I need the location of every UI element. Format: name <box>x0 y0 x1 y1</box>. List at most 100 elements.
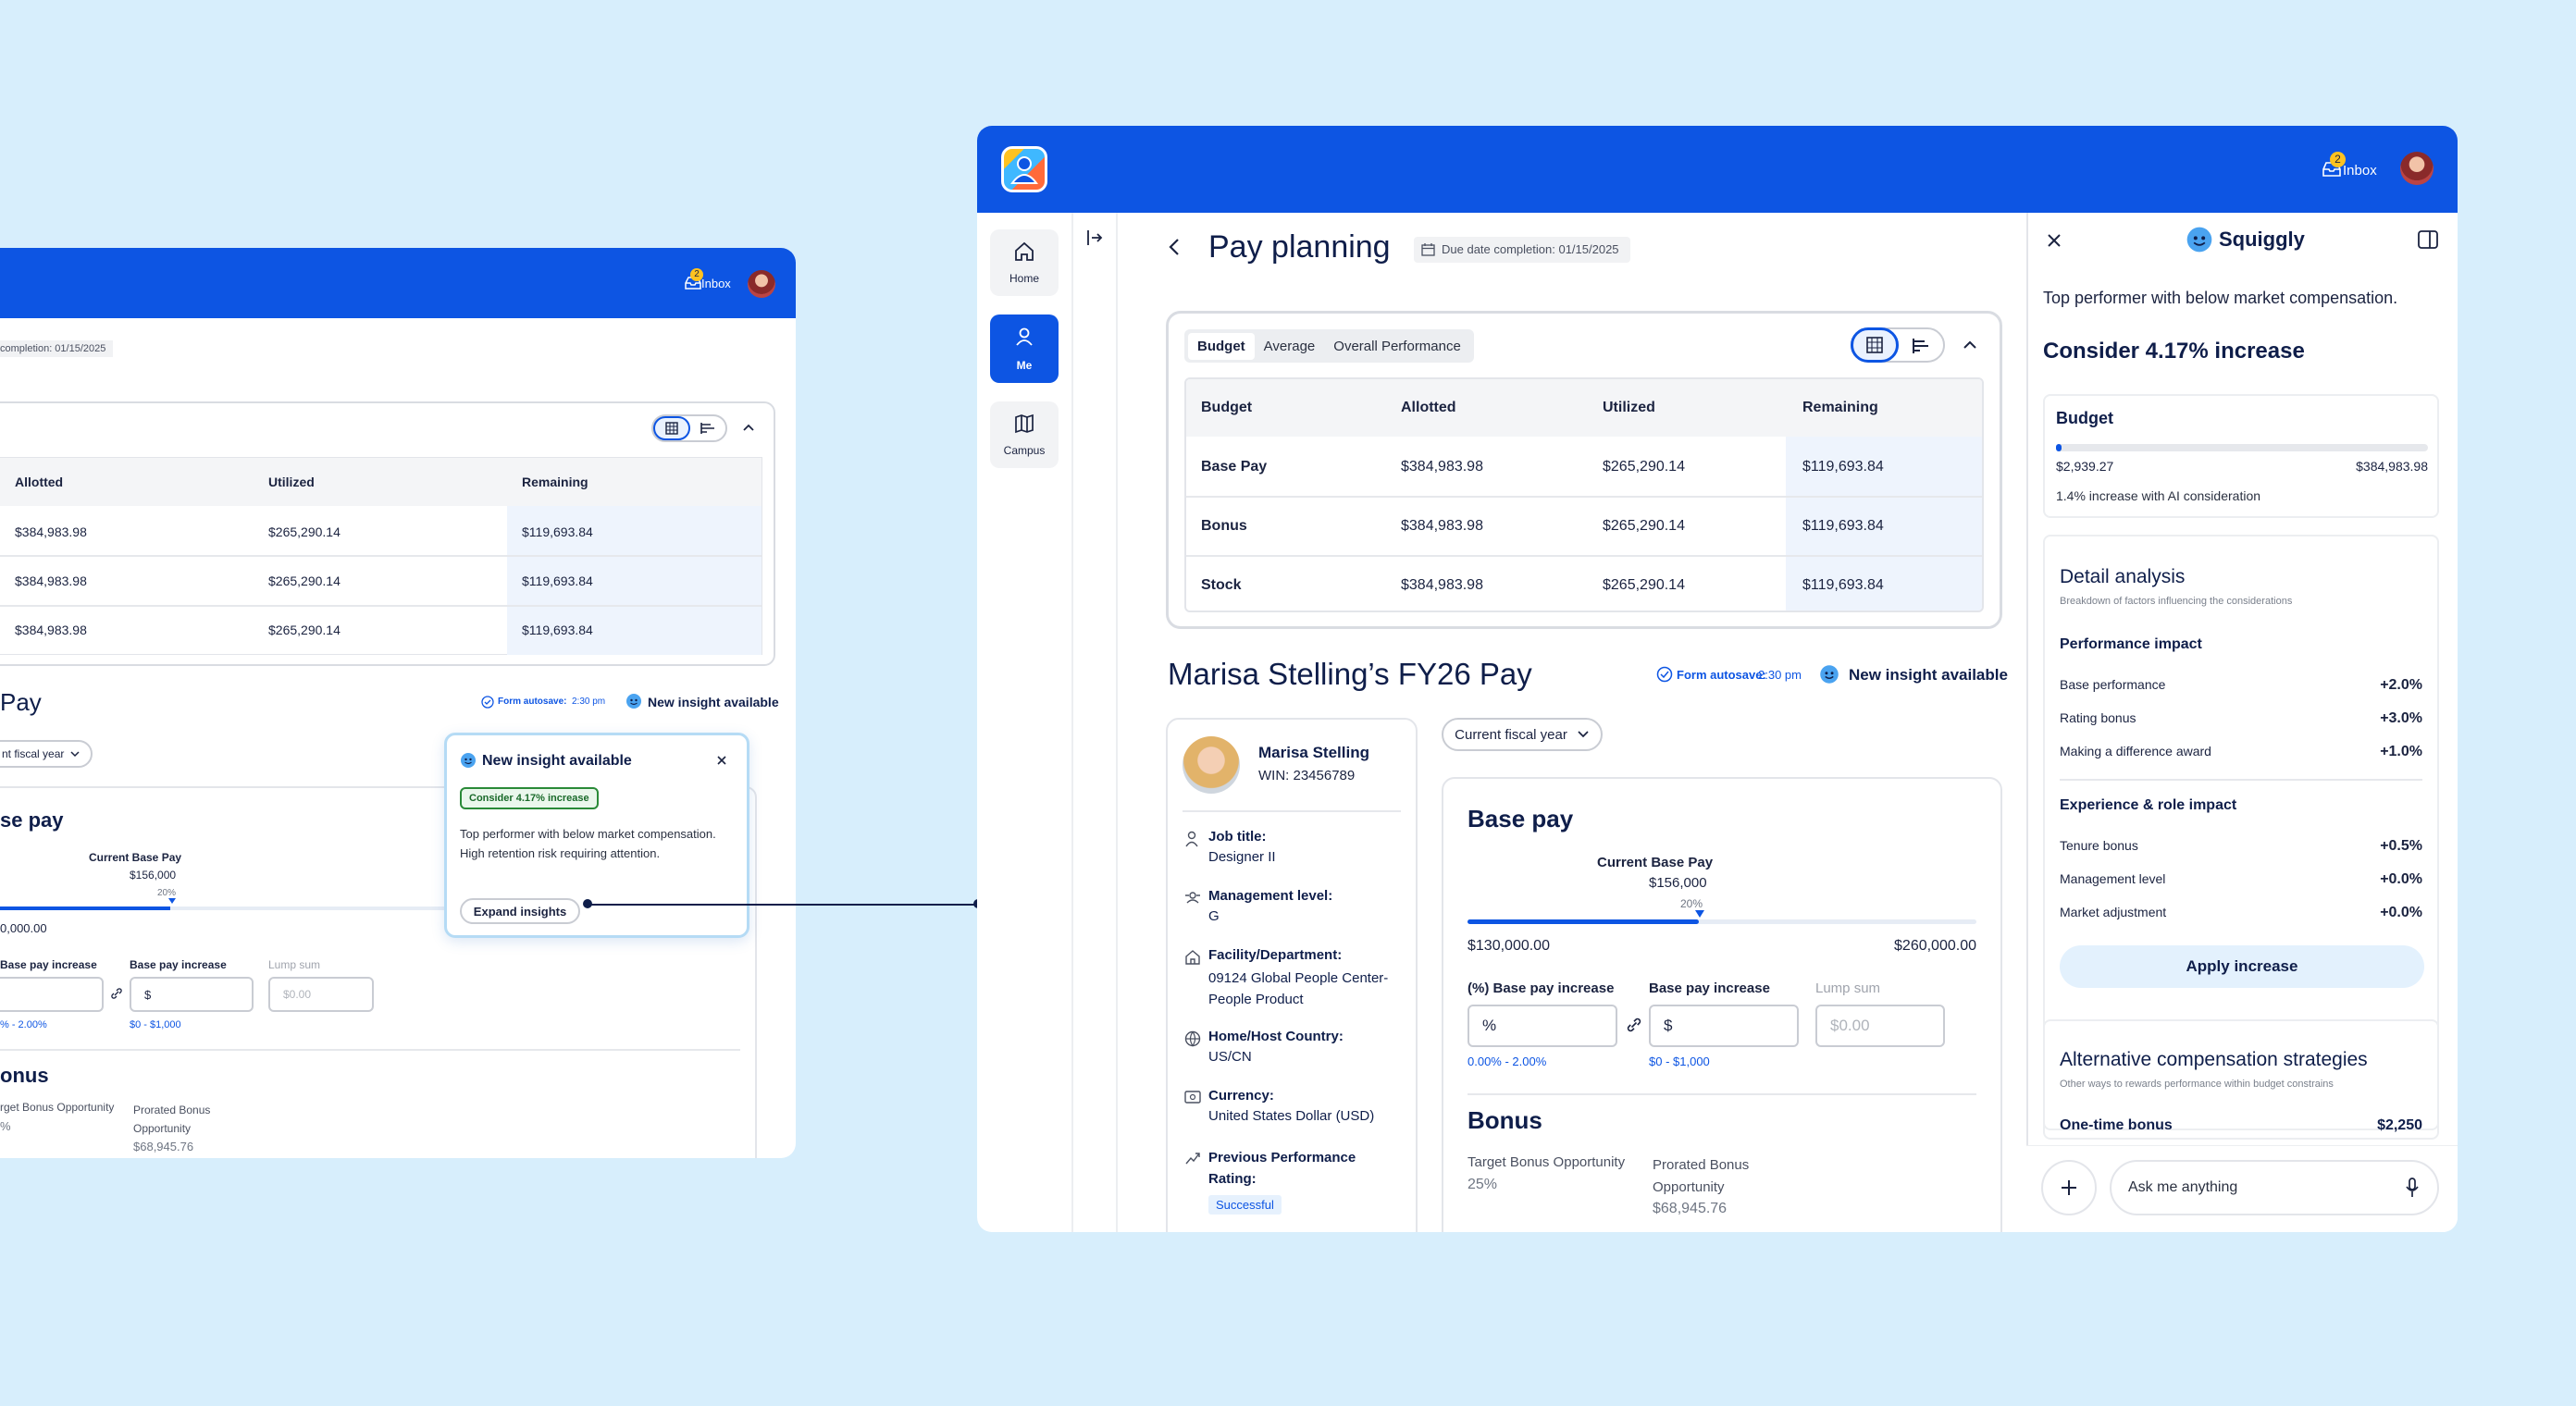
table-cell: $384,983.98 <box>15 623 87 637</box>
inbox-label: Inbox <box>701 277 731 290</box>
table-cell: $384,983.98 <box>1401 459 1483 475</box>
globe-icon <box>1184 1030 1201 1047</box>
current-base-pay-value: $156,000 <box>130 869 177 882</box>
apply-increase-button[interactable]: Apply increase <box>2060 945 2424 988</box>
add-button[interactable] <box>2041 1160 2097 1215</box>
col-utilized: Utilized <box>1603 400 1655 415</box>
nav-home[interactable]: Home <box>990 229 1059 296</box>
budget-table: Budget Allotted Utilized Remaining Base … <box>1184 377 1984 612</box>
squiggly-icon <box>1819 664 1839 684</box>
main-screen: 2 Inbox Home Me Campus Pay planning Due … <box>977 126 2458 1232</box>
experience-impact-title: Experience & role impact <box>2060 797 2237 813</box>
table-cell: $265,290.14 <box>268 574 341 588</box>
pct-increase-input[interactable]: % <box>1468 1005 1617 1047</box>
link-icon[interactable] <box>109 986 124 1001</box>
building-icon <box>1184 949 1201 966</box>
secondary-rail <box>1073 213 1118 1232</box>
chart-view-icon[interactable] <box>1904 335 1938 357</box>
background-screen: 2 Inbox completion: 01/15/2025 Allotted … <box>0 248 796 1158</box>
budget-tabs: Budget Average Overall Performance <box>1184 329 1474 363</box>
factor-value: +1.0% <box>2380 744 2422 759</box>
prorated-bonus-value: $68,945.76 <box>133 1140 194 1153</box>
table-cell: $119,693.84 <box>522 574 593 588</box>
table-cell: $384,983.98 <box>15 574 87 588</box>
table-view-icon[interactable] <box>1851 327 1899 363</box>
close-icon[interactable] <box>2045 231 2063 250</box>
table-cell: $119,693.84 <box>1802 459 1884 475</box>
collapse-chevron-icon[interactable] <box>740 420 757 437</box>
nav-me[interactable]: Me <box>990 314 1059 383</box>
lump-sum-input[interactable]: $0.00 <box>268 977 374 1012</box>
link-icon[interactable] <box>1625 1016 1643 1034</box>
col-allotted: Allotted <box>1401 400 1456 415</box>
lump-sum-input[interactable]: $0.00 <box>1815 1005 1945 1047</box>
table-view-icon[interactable] <box>653 416 690 440</box>
consider-chip: Consider 4.17% increase <box>460 787 599 809</box>
currency-icon <box>1184 1091 1201 1104</box>
tab-budget[interactable]: Budget <box>1188 332 1255 360</box>
current-percent: 20% <box>157 888 177 898</box>
inbox-label: Inbox <box>2343 163 2377 179</box>
amt-increase-input[interactable]: $ <box>1649 1005 1799 1047</box>
microphone-icon[interactable] <box>2404 1177 2421 1199</box>
table-cell: $265,290.14 <box>1603 518 1685 534</box>
section-title: Pay <box>0 688 42 716</box>
col-budget: Budget <box>1201 400 1253 415</box>
factor-label: Making a difference award <box>2060 744 2211 758</box>
inbox-button[interactable]: 2 Inbox <box>2322 152 2382 185</box>
range-max: $260,000.00 <box>1894 938 1976 954</box>
check-circle-icon <box>1656 666 1673 683</box>
col-remaining: Remaining <box>1802 400 1878 415</box>
autosave-label: Form autosave: <box>1677 668 1766 682</box>
alt-strategies-title: Alternative compensation strategies <box>2060 1049 2368 1070</box>
tab-overall-performance[interactable]: Overall Performance <box>1324 333 1470 360</box>
table-cell: $265,290.14 <box>1603 577 1685 593</box>
inbox-button[interactable]: 2 Inbox <box>685 268 733 298</box>
current-base-pay-label: Current Base Pay <box>1597 855 1714 870</box>
collapse-chevron-icon[interactable] <box>1960 335 1980 355</box>
user-icon <box>1013 326 1035 348</box>
top-header <box>0 248 796 318</box>
table-cell: $119,693.84 <box>1802 518 1884 534</box>
squiggly-intro: Top performer with below market compensa… <box>2043 289 2398 307</box>
budget-min: $2,939.27 <box>2056 459 2114 474</box>
close-icon[interactable] <box>715 754 728 767</box>
chat-input[interactable]: Ask me anything <box>2110 1160 2439 1215</box>
app-logo[interactable] <box>1001 146 1047 192</box>
management-icon <box>1184 890 1201 905</box>
factor-value: +0.5% <box>2380 838 2422 854</box>
bonus-title: Bonus <box>1468 1106 1542 1134</box>
rating-badge: Successful <box>1208 1195 1282 1215</box>
lump-sum-label: Lump sum <box>1815 980 1881 996</box>
fiscal-year-select[interactable]: nt fiscal year <box>0 740 93 768</box>
pct-increase-label: Base pay increase <box>0 958 97 971</box>
avatar[interactable] <box>2400 152 2434 185</box>
fiscal-year-select[interactable]: Current fiscal year <box>1442 718 1603 751</box>
page-title: Pay planning <box>1208 229 1391 265</box>
expand-panel-icon[interactable] <box>1084 228 1105 248</box>
alt-strategies-sub: Other ways to rewards performance within… <box>2060 1079 2334 1090</box>
new-insight-link[interactable]: New insight available <box>1849 666 2008 684</box>
amt-increase-input[interactable]: $ <box>130 977 254 1012</box>
side-panel-icon[interactable] <box>2417 229 2439 250</box>
pct-increase-label: (%) Base pay increase <box>1468 980 1615 996</box>
pct-increase-input[interactable] <box>0 977 104 1012</box>
autosave-time: 2:30 pm <box>572 697 606 707</box>
amt-hint: $0 - $1,000 <box>130 1019 181 1030</box>
table-cell: $119,693.84 <box>522 524 593 539</box>
insight-popover: New insight available Consider 4.17% inc… <box>444 733 749 938</box>
plus-icon <box>2059 1178 2079 1198</box>
target-bonus-label: Target Bonus Opportunity <box>1468 1154 1626 1170</box>
nav-campus[interactable]: Campus <box>990 401 1059 468</box>
view-toggle[interactable] <box>651 414 727 442</box>
squiggly-budget-title: Budget <box>2056 409 2113 427</box>
back-chevron-icon[interactable] <box>1166 237 1184 257</box>
avatar[interactable] <box>748 270 775 298</box>
expand-insights-button[interactable]: Expand insights <box>460 898 580 924</box>
chart-view-icon[interactable] <box>694 420 722 437</box>
view-toggle[interactable] <box>1851 327 1945 363</box>
new-insight-link[interactable]: New insight available <box>648 695 779 709</box>
tab-average[interactable]: Average <box>1255 333 1325 360</box>
squiggly-icon <box>625 693 642 709</box>
current-base-pay-label: Current Base Pay <box>89 851 182 864</box>
